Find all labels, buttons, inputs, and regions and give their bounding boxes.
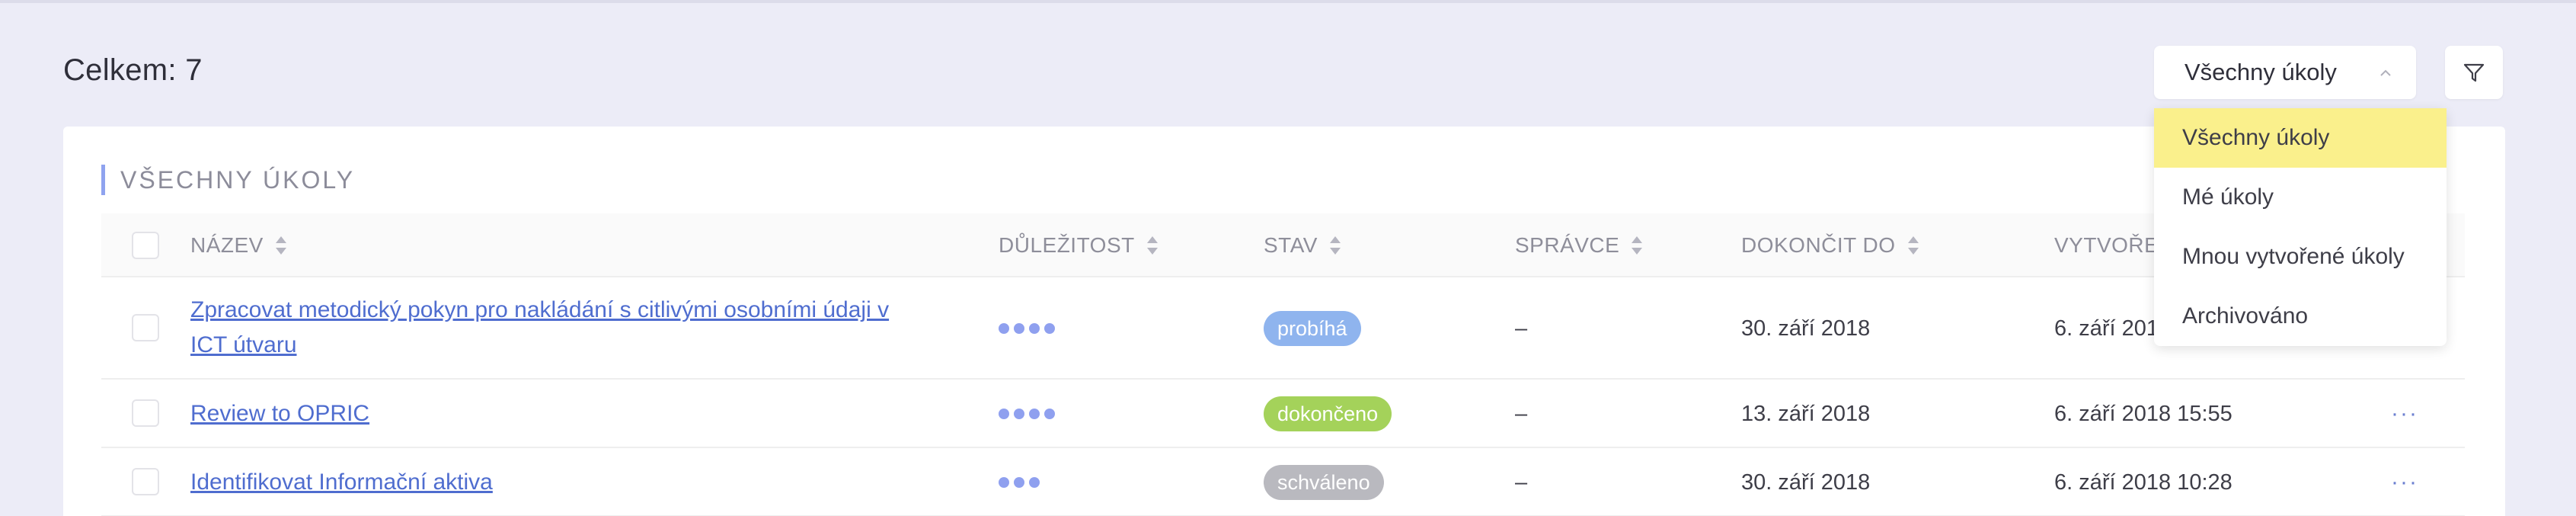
task-title-link[interactable]: Review to OPRIC [190,396,369,431]
created-date: 6. září 2018 10:28 [2054,470,2232,495]
status-badge: dokončeno [1264,396,1392,431]
importance-dot [999,323,1009,334]
column-state[interactable]: STAV [1264,213,1341,277]
sort-icon [275,235,286,256]
importance-dot [1029,409,1040,419]
sort-icon [1146,235,1158,256]
table-header: NÁZEV DŮLEŽITOST STAV SPRÁVCE DOKONČIT D… [101,213,2465,277]
column-due[interactable]: DOKONČIT DO [1741,213,1919,277]
manager-value: – [1515,401,1528,426]
column-name[interactable]: NÁZEV [190,213,286,277]
sort-icon [1632,235,1643,256]
importance-dot [1029,323,1040,334]
column-manager-label: SPRÁVCE [1515,233,1620,257]
due-date: 13. září 2018 [1741,401,1871,426]
sort-icon [1907,235,1919,256]
column-manager[interactable]: SPRÁVCE [1515,213,1643,277]
dropdown-option-archived[interactable]: Archivováno [2154,287,2447,346]
funnel-icon [2463,63,2485,82]
section-title: VŠECHNY ÚKOLY [101,165,355,195]
row-checkbox[interactable] [132,314,159,341]
table-row: Zpracovat metodický pokyn pro nakládání … [101,277,2465,380]
importance-dot [1014,323,1024,334]
chevron-up-icon [2380,69,2391,76]
more-actions-icon[interactable]: ··· [2391,465,2418,500]
task-title-link[interactable]: Identifikovat Informační aktiva [190,465,493,500]
importance-dot [999,477,1009,488]
row-checkbox[interactable] [132,399,159,427]
importance-dots [999,477,1040,488]
column-due-label: DOKONČIT DO [1741,233,1896,257]
due-date: 30. září 2018 [1741,470,1871,495]
dropdown-option-created-by-me[interactable]: Mnou vytvořené úkoly [2154,227,2447,287]
importance-dot [1044,409,1055,419]
importance-dot [1029,477,1040,488]
filter-button[interactable] [2445,46,2503,99]
column-importance[interactable]: DŮLEŽITOST [999,213,1158,277]
importance-dot [1044,323,1055,334]
more-actions-icon[interactable]: ··· [2391,396,2418,431]
table-row: Identifikovat Informační aktiva schválen… [101,448,2465,516]
status-badge: schváleno [1264,465,1384,500]
column-state-label: STAV [1264,233,1318,257]
status-badge: probíhá [1264,311,1361,346]
task-title-line: Zpracovat metodický pokyn pro nakládání … [190,297,890,322]
column-importance-label: DŮLEŽITOST [999,233,1135,257]
importance-dots [999,409,1055,419]
dropdown-option-my-tasks[interactable]: Mé úkoly [2154,168,2447,227]
created-date: 6. září 2018 15:55 [2054,401,2232,426]
task-title-link[interactable]: Zpracovat metodický pokyn pro nakládání … [190,297,889,357]
importance-dot [999,409,1009,419]
page: Celkem: 7 Všechny úkoly VŠECHNY ÚKOLY NÁ… [0,0,2576,516]
table-row: Review to OPRIC dokončeno – 13. září 201… [101,380,2465,448]
sort-icon [1329,235,1341,256]
created-date: 6. září 201 [2054,316,2159,341]
manager-value: – [1515,470,1528,495]
manager-value: – [1515,316,1528,341]
importance-dot [1014,477,1024,488]
column-created[interactable]: VYTVOŘE [2054,213,2159,277]
importance-dot [1014,409,1024,419]
row-checkbox[interactable] [132,468,159,495]
top-divider [0,0,2576,3]
importance-dots [999,323,1055,334]
task-title-line: ICT útvaru [190,332,297,357]
task-filter-select[interactable]: Všechny úkoly [2154,46,2416,99]
total-count: Celkem: 7 [63,53,203,87]
task-filter-dropdown: Všechny úkoly Mé úkoly Mnou vytvořené úk… [2154,108,2447,346]
column-name-label: NÁZEV [190,233,264,257]
task-filter-value: Všechny úkoly [2184,59,2337,85]
select-all-checkbox[interactable] [132,232,159,259]
column-created-label: VYTVOŘE [2054,233,2159,257]
due-date: 30. září 2018 [1741,316,1871,341]
dropdown-option-all-tasks[interactable]: Všechny úkoly [2154,108,2447,168]
